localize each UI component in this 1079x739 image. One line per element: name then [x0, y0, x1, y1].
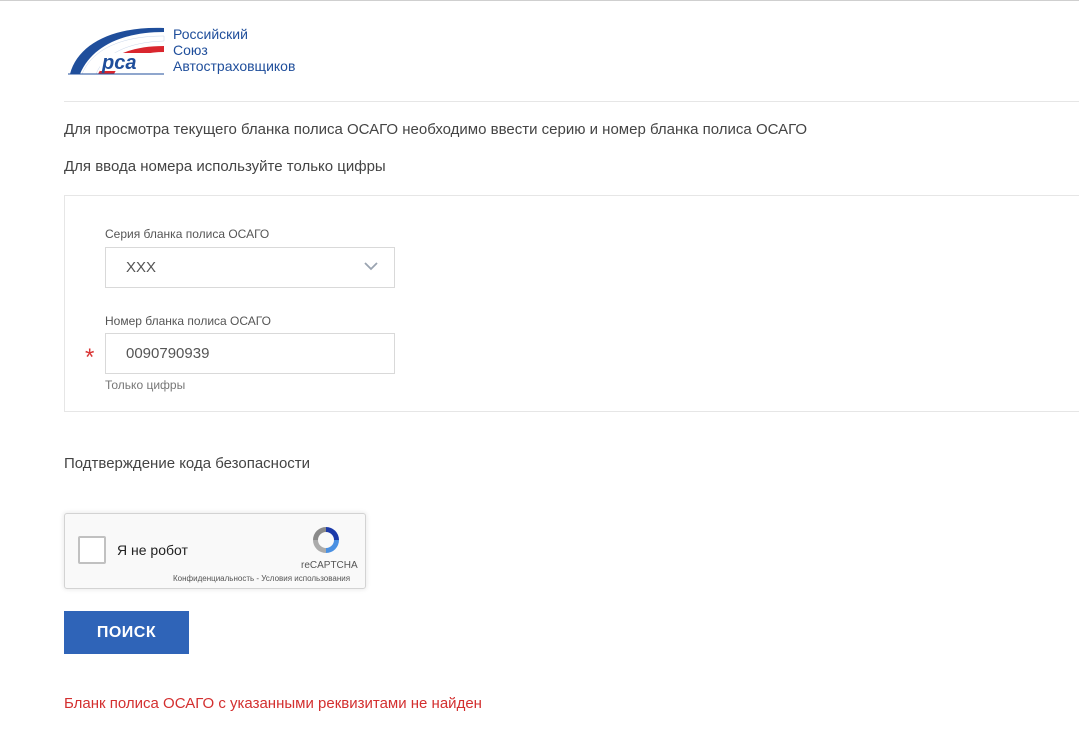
- not-robot-checkbox[interactable]: [78, 536, 106, 564]
- recaptcha-icon: [313, 527, 339, 553]
- org-name-line: Автостраховщиков: [173, 58, 296, 74]
- top-border: [0, 0, 1079, 1]
- org-name-line: Российский: [173, 26, 248, 42]
- series-selected-value: XXX: [126, 259, 157, 276]
- logo-mark-text: рса: [101, 52, 136, 74]
- org-name-line: Союз: [173, 42, 208, 58]
- chevron-down-icon: [364, 262, 378, 271]
- error-message: Бланк полиса ОСАГО с указанными реквизит…: [64, 695, 482, 712]
- recaptcha-links[interactable]: Конфиденциальность - Условия использован…: [173, 574, 350, 583]
- org-name: Российский Союз Автостраховщиков: [173, 26, 295, 74]
- digits-only-note: Для ввода номера используйте только цифр…: [64, 158, 386, 175]
- captcha-title: Подтверждение кода безопасности: [64, 455, 311, 472]
- number-hint: Только цифры: [105, 378, 186, 392]
- recaptcha-brand: reCAPTCHA: [301, 560, 358, 571]
- not-robot-label: Я не робот: [117, 542, 188, 558]
- series-select[interactable]: XXX: [105, 247, 395, 288]
- number-label: Номер бланка полиса ОСАГО: [105, 314, 271, 328]
- recaptcha-widget: Я не робот reCAPTCHA Конфиденциальность …: [64, 513, 366, 589]
- search-button[interactable]: ПОИСК: [64, 611, 189, 654]
- policy-number-value: 0090790939: [126, 345, 210, 362]
- intro-text: Для просмотра текущего бланка полиса ОСА…: [64, 121, 808, 138]
- header-divider: [64, 101, 1079, 102]
- rsa-logo-icon: рса: [68, 27, 165, 75]
- required-mark: *: [85, 344, 95, 371]
- policy-number-input[interactable]: 0090790939: [105, 333, 395, 374]
- series-label: Серия бланка полиса ОСАГО: [105, 227, 270, 241]
- rsa-logo[interactable]: рса Российский Союз Автостраховщиков: [68, 24, 328, 78]
